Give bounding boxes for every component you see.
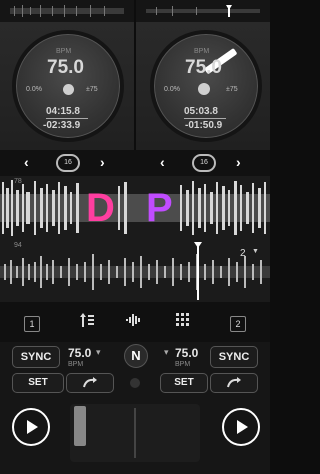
- deck2-bpm-value: 75.0: [185, 57, 222, 78]
- deck1-loop-size[interactable]: 16: [56, 154, 80, 172]
- deck1-range: ±75: [86, 86, 98, 93]
- deck1-bottom-bpm-label: BPM: [68, 361, 84, 368]
- deck2-range: ±75: [226, 86, 238, 93]
- deck1-platter-marker: [63, 84, 74, 95]
- deck2-platter-marker: [198, 83, 210, 95]
- deck2-bottom-bpm: 75.0: [175, 346, 199, 360]
- deck2-pitch: 0.0%: [164, 86, 180, 93]
- overlay-letter-d: D: [86, 186, 115, 230]
- crossfader-handle[interactable]: [74, 406, 86, 446]
- deck1-loop-prev-icon[interactable]: ‹: [24, 154, 29, 170]
- deck1-pitch: 0.0%: [26, 86, 42, 93]
- deck2-bottom-bpm-label: BPM: [175, 361, 191, 368]
- deck2-loop-next-icon[interactable]: ›: [236, 154, 241, 170]
- deck1-sync-button[interactable]: SYNC: [12, 346, 60, 368]
- deck1-loop-next-icon[interactable]: ›: [100, 154, 105, 170]
- deck1-play-button[interactable]: [12, 408, 50, 446]
- deck1-remaining: -02:33.9: [43, 120, 81, 131]
- loop-nav-row: [0, 150, 270, 176]
- deck1-elapsed: 04:15.8: [46, 106, 80, 117]
- deck1-bpm-dropdown-icon[interactable]: ▾: [96, 347, 101, 358]
- deck2-remaining: -01:50.9: [185, 120, 223, 131]
- deck2-number-badge[interactable]: 2: [230, 316, 246, 332]
- deck2-elapsed: 05:03.8: [184, 106, 218, 117]
- chevron-down-icon[interactable]: ▼: [252, 248, 259, 255]
- deck2-jump-button[interactable]: [210, 373, 258, 393]
- sort-icon[interactable]: [80, 313, 94, 332]
- deck1-waveform[interactable]: [0, 176, 270, 240]
- deck2-sync-button[interactable]: SYNC: [210, 346, 258, 368]
- deck1-beat-marker: 78: [14, 178, 22, 185]
- deck2-beat-marker: 2: [240, 248, 246, 259]
- deck1-jump-button[interactable]: [66, 373, 114, 393]
- deck1-bottom-bpm: 75.0: [68, 346, 92, 360]
- deck2-loop-size[interactable]: 16: [192, 154, 216, 172]
- deck2-beat-marker-94: 94: [14, 242, 22, 249]
- deck1-bpm-value: 75.0: [47, 57, 84, 78]
- deck2-play-button[interactable]: [222, 408, 260, 446]
- deck2-set-button[interactable]: SET: [160, 373, 208, 393]
- deck1-set-button[interactable]: SET: [12, 373, 64, 393]
- deck1-number-badge[interactable]: 1: [24, 316, 40, 332]
- overlay-letter-p: P: [146, 186, 173, 230]
- waveform-icon[interactable]: [126, 313, 142, 332]
- deck2-waveform[interactable]: [0, 240, 270, 302]
- center-logo[interactable]: N: [124, 344, 148, 368]
- deck1-time-divider: [46, 118, 88, 119]
- deck1-overview[interactable]: [0, 0, 134, 22]
- deck2-bpm-label: BPM: [194, 48, 210, 55]
- grid-icon[interactable]: [176, 313, 190, 332]
- deck2-bpm-dropdown-icon[interactable]: ▾: [164, 347, 169, 358]
- deck2-overview[interactable]: [136, 0, 270, 22]
- deck2-time-divider: [184, 118, 226, 119]
- crossfader-track[interactable]: [70, 404, 200, 462]
- center-dot-icon: [130, 378, 140, 388]
- deck1-bpm-label: BPM: [56, 48, 72, 55]
- deck2-loop-prev-icon[interactable]: ‹: [160, 154, 165, 170]
